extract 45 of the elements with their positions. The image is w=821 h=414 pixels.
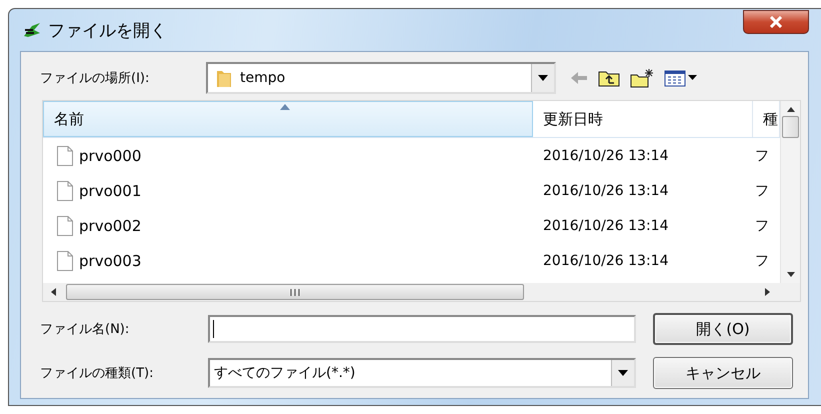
scroll-left-icon[interactable] [51, 288, 56, 296]
modified-date: 2016/10/26 13:14 [543, 218, 668, 234]
location-label: ファイルの場所(I): [40, 70, 150, 87]
folder-icon [216, 68, 232, 88]
close-button[interactable] [743, 10, 809, 34]
open-button[interactable]: 開く(O) [653, 313, 793, 345]
window-title: ファイルを開く [48, 20, 167, 42]
app-icon [22, 21, 42, 39]
file-icon [57, 250, 73, 270]
file-name[interactable]: prvo001 [79, 182, 142, 200]
modified-date: 2016/10/26 13:14 [543, 182, 668, 198]
table-cell: フ [755, 252, 769, 270]
scroll-thumb[interactable] [66, 284, 524, 300]
file-icon [57, 180, 73, 200]
column-header[interactable]: 名前 [43, 101, 533, 137]
file-name[interactable]: prvo003 [79, 252, 142, 270]
modified-date: 2016/10/26 13:14 [543, 252, 668, 268]
scroll-up-icon[interactable] [786, 107, 794, 112]
modified-date: 2016/10/26 13:14 [543, 148, 668, 164]
vertical-scrollbar[interactable] [780, 101, 800, 283]
scroll-down-icon[interactable] [786, 272, 794, 277]
folder-up-icon[interactable] [598, 69, 620, 87]
table-cell: フ [755, 182, 769, 200]
file-icon [57, 146, 73, 166]
caret-icon [618, 370, 628, 376]
file-name[interactable]: prvo002 [79, 216, 142, 234]
new-folder-icon[interactable] [630, 68, 654, 88]
file-name[interactable]: prvo000 [79, 146, 142, 164]
scroll-thumb[interactable] [782, 116, 799, 138]
scroll-right-icon[interactable] [765, 288, 770, 296]
location-dropdown[interactable]: tempo [206, 62, 556, 94]
file-name-field[interactable] [208, 315, 636, 343]
horizontal-scrollbar[interactable] [43, 283, 800, 301]
grip-icon [290, 288, 300, 296]
sort-arrow-icon [280, 104, 290, 110]
file-type-dropdown[interactable]: すべてのファイル(*.*) [208, 358, 636, 388]
caret-icon [538, 75, 548, 81]
close-icon [769, 16, 783, 28]
table-cell: フ [755, 216, 769, 234]
file-type-label: ファイルの種類(T): [40, 365, 154, 382]
view-menu-icon[interactable] [664, 69, 698, 87]
table-cell: フ [755, 146, 769, 164]
file-name-label: ファイル名(N): [40, 321, 130, 338]
file-icon [57, 216, 73, 236]
cancel-button[interactable]: キャンセル [653, 357, 793, 389]
